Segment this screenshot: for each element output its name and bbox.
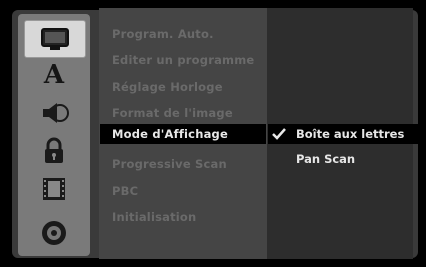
checkmark-icon (272, 128, 286, 140)
settings-screen: A Program. Auto. Editer un programme Rég… (0, 0, 426, 267)
menu-item-pbc[interactable]: PBC (112, 184, 138, 198)
category-icon-column: A (18, 14, 90, 256)
category-lock[interactable] (18, 136, 90, 166)
option-letterbox[interactable]: Boîte aux lettres (268, 124, 418, 144)
menu-item-image-format[interactable]: Format de l'image (112, 106, 233, 120)
film-icon (43, 178, 65, 200)
menu-item-progressive-scan[interactable]: Progressive Scan (112, 157, 227, 171)
menu-item-edit-program[interactable]: Editer un programme (112, 53, 254, 67)
menu-item-clock-setting[interactable]: Réglage Horloge (112, 80, 223, 94)
menu-item-initialization[interactable]: Initialisation (112, 210, 196, 224)
category-language[interactable]: A (18, 60, 90, 90)
option-pan-scan[interactable]: Pan Scan (296, 152, 355, 166)
audio-speaker-icon (43, 103, 69, 123)
lock-icon (45, 137, 63, 163)
disc-icon (42, 221, 66, 245)
category-disc[interactable] (18, 218, 90, 248)
category-video[interactable] (18, 174, 90, 204)
category-audio[interactable] (18, 98, 90, 128)
menu-item-display-mode[interactable]: Mode d'Affichage (100, 124, 266, 144)
category-display[interactable] (24, 20, 86, 58)
language-icon: A (43, 60, 65, 90)
menu-item-program-auto[interactable]: Program. Auto. (112, 27, 214, 41)
monitor-icon (41, 28, 69, 50)
